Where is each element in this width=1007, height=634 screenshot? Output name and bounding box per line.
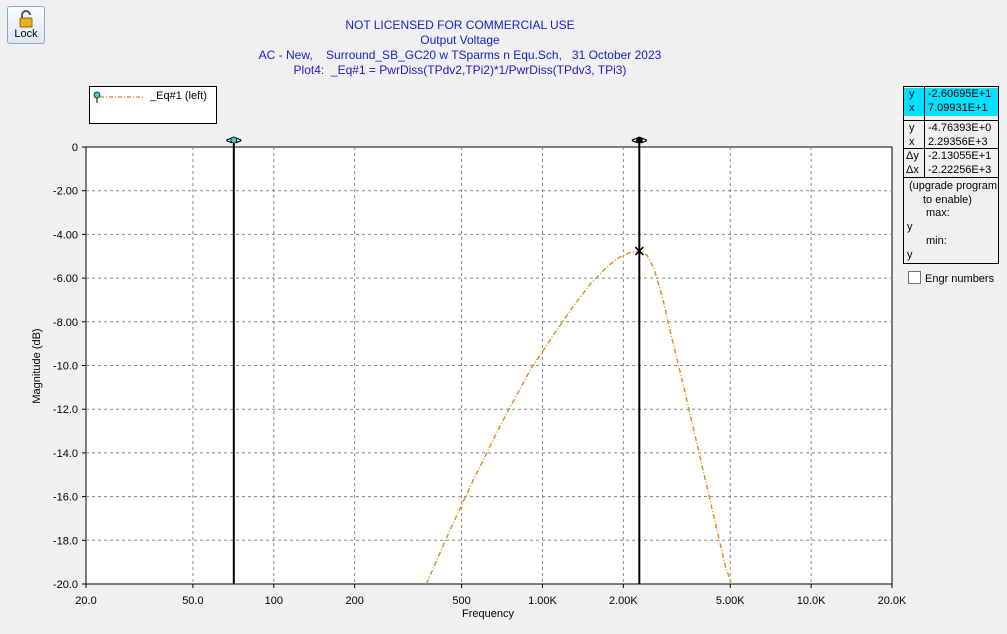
- x-tick-label: 20.0: [75, 595, 96, 607]
- delta-x-key: Δx: [906, 164, 919, 176]
- y-tick-label: -12.0: [53, 404, 78, 416]
- cursor1-y-row: y -2.60695E+1: [904, 88, 998, 102]
- x-tick-label: 1.00K: [528, 595, 557, 607]
- engr-numbers-checkbox[interactable]: Engr numbers: [908, 271, 994, 285]
- readout-separator-3: [904, 177, 998, 178]
- y-tick-label: -14.0: [53, 448, 78, 460]
- cursor2-y-key: y: [909, 122, 915, 134]
- max-y-key: y: [907, 221, 913, 233]
- cursor2-x-value: 2.29356E+3: [928, 136, 988, 148]
- cursor1-x-value: 7.09931E+1: [928, 102, 988, 114]
- y-tick-label: -6.00: [53, 273, 78, 285]
- x-axis-label: Frequency: [462, 608, 514, 620]
- cursor-handle-dot[interactable]: [635, 136, 643, 144]
- y-tick-label: 0: [72, 142, 78, 154]
- y-tick-label: -20.0: [53, 579, 78, 591]
- cursor2-x-key: x: [909, 136, 915, 148]
- x-tick-label: 10.0K: [797, 595, 826, 607]
- delta-y-key: Δy: [906, 150, 919, 162]
- engr-numbers-label: Engr numbers: [925, 273, 995, 285]
- cursor1-x-key: x: [909, 102, 915, 114]
- cursor2-y-value: -4.76393E+0: [928, 122, 992, 134]
- plot-area[interactable]: 0 -2.00 -4.00 -6.00 -8.00 -10.0 -12.0 -14.0 -16.…: [0, 0, 1007, 634]
- readout-separator-1: [904, 120, 998, 121]
- cursor1-y-key: y: [909, 88, 915, 100]
- y-tick-label: -10.0: [53, 361, 78, 373]
- x-tick-label: 100: [265, 595, 283, 607]
- cursor1-y-value: -2.60695E+1: [928, 88, 992, 100]
- upgrade-notice: (upgrade program to enable): [909, 179, 1001, 207]
- cursor2-y-row: y -4.76393E+0: [904, 122, 998, 136]
- delta-y-value: -2.13055E+1: [928, 150, 992, 162]
- x-tick-label: 5.00K: [716, 595, 745, 607]
- y-tick-label: -2.00: [53, 186, 78, 198]
- y-tick-label: -16.0: [53, 492, 78, 504]
- y-tick-label: -4.00: [53, 229, 78, 241]
- x-tick-label: 200: [345, 595, 363, 607]
- y-tick-label: -8.00: [53, 317, 78, 329]
- y-axis-label: Magnitude (dB): [31, 328, 43, 403]
- cursor-readout-panel: y -2.60695E+1 x 7.09931E+1 y -4.76393E+0…: [903, 86, 999, 264]
- x-tick-label: 500: [452, 595, 470, 607]
- x-tick-label: 50.0: [182, 595, 203, 607]
- delta-x-value: -2.22256E+3: [928, 164, 992, 176]
- delta-y-row: Δy -2.13055E+1: [904, 150, 998, 164]
- cursor-handle-dot[interactable]: [230, 136, 238, 144]
- delta-x-row: Δx -2.22256E+3: [904, 164, 998, 178]
- upgrade-line-1: (upgrade program: [909, 180, 998, 192]
- readout-divider: [924, 87, 925, 177]
- upgrade-line-2: to enable): [923, 194, 972, 206]
- x-tick-label: 2.00K: [609, 595, 638, 607]
- cursor1-x-row: x 7.09931E+1: [904, 102, 998, 116]
- engr-numbers-box[interactable]: [908, 271, 921, 284]
- max-label: max:: [926, 207, 950, 219]
- y-tick-label: -18.0: [53, 535, 78, 547]
- min-label: min:: [926, 235, 947, 247]
- readout-separator-2: [904, 148, 998, 149]
- x-tick-label: 20.0K: [878, 595, 907, 607]
- min-y-key: y: [907, 249, 913, 261]
